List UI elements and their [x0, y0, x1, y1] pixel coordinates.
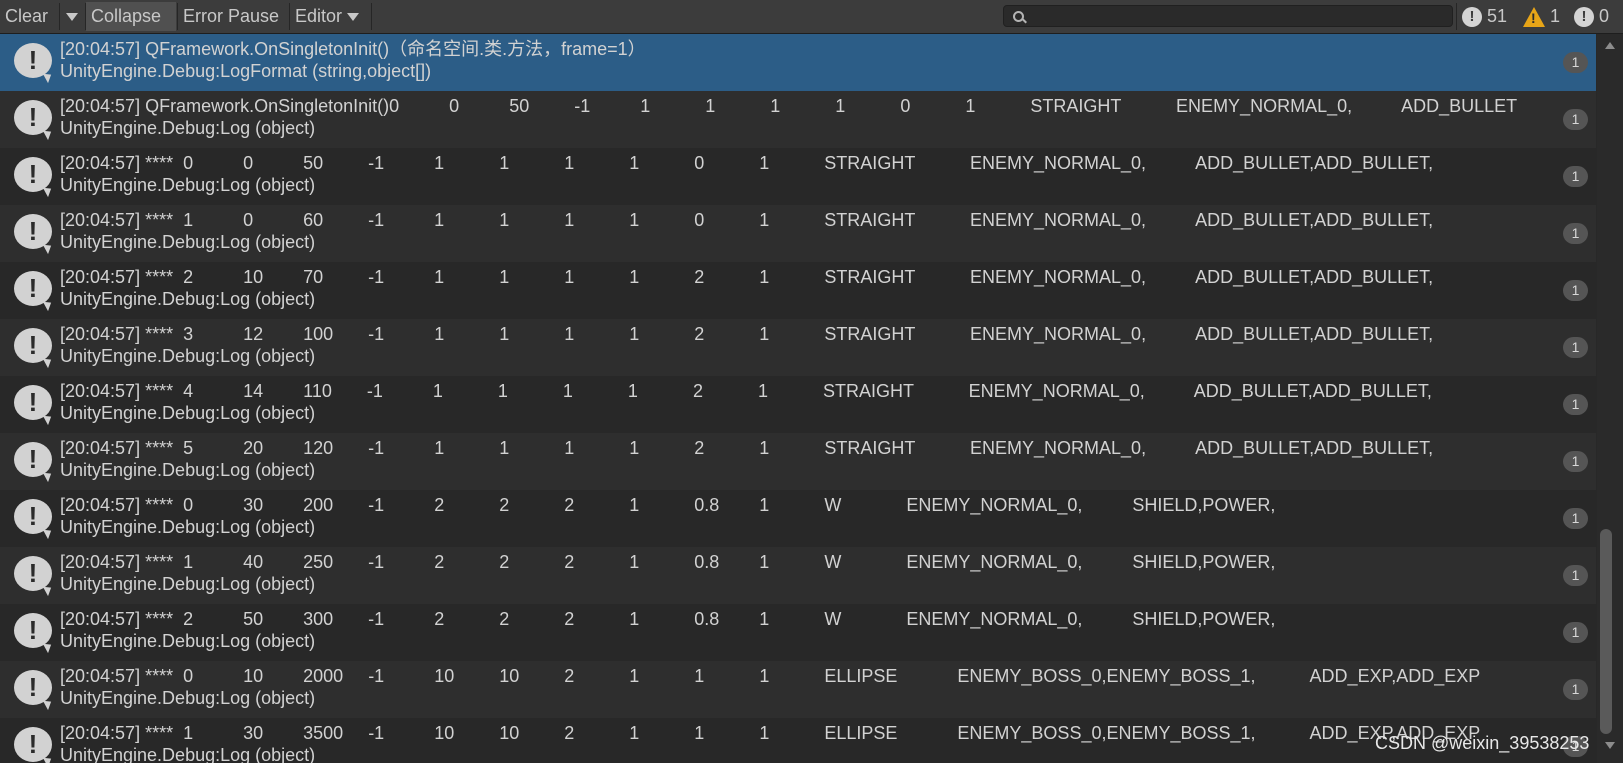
log-stacktrace: UnityEngine.Debug:LogFormat (string,obje…	[60, 61, 432, 81]
warning-count-toggle[interactable]: 1	[1523, 3, 1560, 30]
log-stacktrace: UnityEngine.Debug:Log (object)	[60, 631, 316, 651]
log-info-icon: !	[14, 442, 52, 483]
log-message: [20:04:57] QFramework.OnSingletonInit()0…	[60, 96, 1518, 116]
toolbar-divider	[1456, 3, 1457, 30]
log-message: [20:04:57] **** 2 50 300 -1 2 2 2 1 0.8 …	[60, 609, 1276, 629]
error-icon: !	[1574, 7, 1594, 28]
log-info-icon: !	[14, 670, 52, 711]
log-message: [20:04:57] **** 4 14 110 -1 1 1 1 1 2 1 …	[60, 381, 1432, 401]
toolbar-divider	[371, 3, 372, 30]
log-info-icon: !	[14, 613, 52, 654]
scrollbar-thumb[interactable]	[1600, 529, 1612, 734]
log-info-icon: !	[14, 556, 52, 597]
log-row[interactable]: ! [20:04:57] **** 3 12 100 -1 1 1 1 1 2 …	[0, 319, 1596, 376]
log-info-icon: !	[14, 499, 52, 540]
log-row[interactable]: ! [20:04:57] **** 2 10 70 -1 1 1 1 1 2 1…	[0, 262, 1596, 319]
log-row[interactable]: ! [20:04:57] QFramework.OnSingletonInit(…	[0, 34, 1596, 91]
chevron-down-icon	[66, 13, 78, 22]
error-count-toggle[interactable]: ! 0	[1574, 3, 1609, 30]
log-stacktrace: UnityEngine.Debug:Log (object)	[60, 118, 316, 138]
log-row[interactable]: ! [20:04:57] **** 1 0 60 -1 1 1 1 1 0 1 …	[0, 205, 1596, 262]
log-message: [20:04:57] **** 0 0 50 -1 1 1 1 1 0 1 ST…	[60, 153, 1434, 173]
collapse-count-badge: 1	[1563, 394, 1588, 415]
log-info-icon: !	[14, 157, 52, 198]
collapse-count-badge: 1	[1563, 223, 1588, 244]
log-row[interactable]: ! [20:04:57] **** 0 30 200 -1 2 2 2 1 0.…	[0, 490, 1596, 547]
log-row[interactable]: ! [20:04:57] **** 0 0 50 -1 1 1 1 1 0 1 …	[0, 148, 1596, 205]
log-stacktrace: UnityEngine.Debug:Log (object)	[60, 289, 316, 309]
info-icon: !	[1462, 7, 1482, 28]
log-row[interactable]: ! [20:04:57] **** 0 10 2000 -1 10 10 2 1…	[0, 661, 1596, 718]
log-info-icon: !	[14, 727, 52, 763]
log-row[interactable]: ! [20:04:57] **** 2 50 300 -1 2 2 2 1 0.…	[0, 604, 1596, 661]
log-stacktrace: UnityEngine.Debug:Log (object)	[60, 232, 316, 252]
collapse-count-badge: 1	[1563, 622, 1588, 643]
log-stacktrace: UnityEngine.Debug:Log (object)	[60, 745, 316, 763]
editor-dropdown-label: Editor	[295, 6, 343, 26]
collapse-count-badge: 1	[1563, 508, 1588, 529]
log-message: [20:04:57] **** 0 10 2000 -1 10 10 2 1 1…	[60, 666, 1481, 686]
collapse-count-badge: 1	[1563, 451, 1588, 472]
log-message: [20:04:57] **** 5 20 120 -1 1 1 1 1 2 1 …	[60, 438, 1434, 458]
log-message: [20:04:57] **** 2 10 70 -1 1 1 1 1 2 1 S…	[60, 267, 1434, 287]
warning-icon	[1523, 7, 1545, 28]
log-message: [20:04:57] **** 1 40 250 -1 2 2 2 1 0.8 …	[60, 552, 1276, 572]
collapse-count-badge: 1	[1563, 565, 1588, 586]
log-message: [20:04:57] **** 3 12 100 -1 1 1 1 1 2 1 …	[60, 324, 1434, 344]
log-info-icon: !	[14, 271, 52, 312]
collapse-count-badge: 1	[1563, 337, 1588, 358]
log-stacktrace: UnityEngine.Debug:Log (object)	[60, 346, 316, 366]
collapse-toggle[interactable]: Collapse	[86, 2, 176, 31]
clear-button[interactable]: Clear	[0, 2, 58, 31]
info-count-toggle[interactable]: ! 51	[1462, 3, 1507, 30]
search-icon	[1013, 11, 1024, 22]
log-stacktrace: UnityEngine.Debug:Log (object)	[60, 460, 316, 480]
log-message: [20:04:57] QFramework.OnSingletonInit()（…	[60, 39, 646, 59]
clear-options-dropdown[interactable]	[60, 2, 84, 31]
log-row[interactable]: ! [20:04:57] QFramework.OnSingletonInit(…	[0, 91, 1596, 148]
log-stacktrace: UnityEngine.Debug:Log (object)	[60, 688, 316, 708]
log-info-icon: !	[14, 43, 52, 84]
log-message: [20:04:57] **** 1 30 3500 -1 10 10 2 1 1…	[60, 723, 1481, 743]
log-message: [20:04:57] **** 0 30 200 -1 2 2 2 1 0.8 …	[60, 495, 1276, 515]
log-info-icon: !	[14, 328, 52, 369]
log-row[interactable]: ! [20:04:57] **** 1 30 3500 -1 10 10 2 1…	[0, 718, 1596, 763]
warning-count: 1	[1550, 6, 1561, 26]
log-row[interactable]: ! [20:04:57] **** 4 14 110 -1 1 1 1 1 2 …	[0, 376, 1596, 433]
scroll-up-icon[interactable]	[1605, 42, 1615, 49]
info-count: 51	[1487, 6, 1508, 26]
log-list: ! [20:04:57] QFramework.OnSingletonInit(…	[0, 34, 1596, 763]
collapse-count-badge: 1	[1563, 166, 1588, 187]
search-input[interactable]	[1003, 5, 1453, 27]
log-row[interactable]: ! [20:04:57] **** 1 40 250 -1 2 2 2 1 0.…	[0, 547, 1596, 604]
log-row[interactable]: ! [20:04:57] **** 5 20 120 -1 1 1 1 1 2 …	[0, 433, 1596, 490]
chevron-down-icon	[347, 13, 360, 22]
log-info-icon: !	[14, 214, 52, 255]
log-info-icon: !	[14, 100, 52, 141]
log-stacktrace: UnityEngine.Debug:Log (object)	[60, 403, 316, 423]
collapse-count-badge: 1	[1563, 109, 1588, 130]
log-info-icon: !	[14, 385, 52, 426]
editor-dropdown[interactable]: Editor	[290, 2, 370, 31]
vertical-scrollbar[interactable]	[1597, 34, 1623, 763]
error-count: 0	[1599, 6, 1610, 26]
watermark: CSDN @weixin_39538253	[1375, 733, 1590, 753]
log-message: [20:04:57] **** 1 0 60 -1 1 1 1 1 0 1 ST…	[60, 210, 1434, 230]
log-stacktrace: UnityEngine.Debug:Log (object)	[60, 175, 316, 195]
collapse-count-badge: 1	[1563, 52, 1588, 73]
collapse-count-badge: 1	[1563, 679, 1588, 700]
collapse-count-badge: 1	[1563, 280, 1588, 301]
console-toolbar: Clear Collapse Error Pause Editor !51 1 …	[0, 0, 1623, 34]
log-stacktrace: UnityEngine.Debug:Log (object)	[60, 517, 316, 537]
log-stacktrace: UnityEngine.Debug:Log (object)	[60, 574, 316, 594]
error-pause-toggle[interactable]: Error Pause	[178, 2, 288, 31]
scroll-down-icon[interactable]	[1605, 742, 1615, 749]
